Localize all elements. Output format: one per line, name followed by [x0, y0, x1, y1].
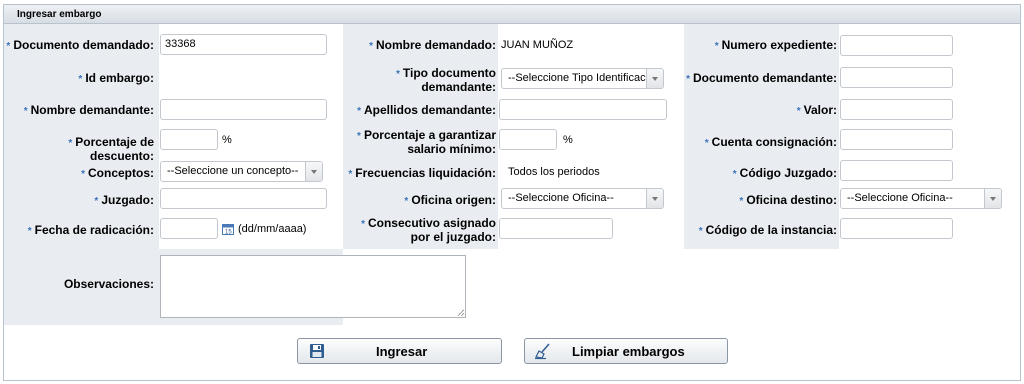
- chevron-down-icon: [646, 69, 663, 88]
- documento-demandado-label: * Documento demandado:: [6, 38, 154, 53]
- consecutivo-field[interactable]: [499, 218, 613, 239]
- codigo-instancia-label: * Código de la instancia:: [698, 223, 837, 238]
- numero-expediente-field[interactable]: [840, 35, 953, 56]
- floppy-disk-icon: [310, 344, 324, 358]
- panel-header: Ingresar embargo: [4, 5, 1020, 24]
- nombre-demandado-value: JUAN MUÑOZ: [501, 39, 574, 51]
- panel-title: Ingresar embargo: [17, 9, 102, 20]
- conceptos-label: * Conceptos:: [81, 166, 154, 181]
- chevron-down-icon: [984, 189, 1001, 208]
- documento-demandante-field[interactable]: [840, 67, 953, 88]
- chevron-down-icon: [305, 162, 322, 181]
- porcentaje-descuento-field[interactable]: [160, 129, 218, 150]
- calendar-icon[interactable]: 15: [222, 223, 234, 235]
- apellidos-demandante-label: * Apellidos demandante:: [357, 103, 496, 118]
- frecuencias-liquidacion-value: Todos los periodos: [508, 166, 600, 178]
- documento-demandado-field[interactable]: 33368: [160, 34, 327, 55]
- porcentaje-descuento-label: * Porcentaje de descuento:: [68, 135, 154, 163]
- observaciones-textarea[interactable]: [160, 255, 466, 318]
- observaciones-label: Observaciones:: [63, 277, 154, 291]
- fecha-format-hint: (dd/mm/aaaa): [238, 223, 307, 235]
- nombre-demandado-label: * Nombre demandado:: [369, 38, 496, 53]
- ingresar-button-label: Ingresar: [376, 344, 428, 359]
- svg-text:15: 15: [225, 230, 232, 236]
- cuenta-consignacion-label: * Cuenta consignación:: [704, 135, 837, 150]
- numero-expediente-label: * Numero expediente:: [714, 38, 837, 53]
- codigo-juzgado-label: * Código Juzgado:: [732, 166, 837, 181]
- juzgado-label: * Juzgado:: [94, 193, 154, 208]
- documento-demandante-label: * Documento demandante:: [686, 71, 837, 86]
- resize-grip-icon[interactable]: [457, 309, 464, 316]
- limpiar-embargos-button[interactable]: Limpiar embargos: [524, 338, 728, 364]
- codigo-instancia-field[interactable]: [840, 218, 953, 239]
- codigo-juzgado-field[interactable]: [840, 160, 953, 181]
- valor-label: * Valor:: [796, 103, 837, 118]
- juzgado-field[interactable]: [160, 188, 327, 209]
- porcentaje-garantizar-unit: %: [563, 134, 573, 146]
- porcentaje-garantizar-field[interactable]: [499, 129, 557, 150]
- fecha-radicacion-field[interactable]: [160, 218, 218, 239]
- consecutivo-label: * Consecutivo asignado por el juzgado:: [361, 216, 496, 244]
- id-embargo-label: * Id embargo:: [78, 71, 154, 86]
- oficina-origen-label: * Oficina origen:: [404, 193, 496, 208]
- porcentaje-descuento-unit: %: [222, 134, 232, 146]
- apellidos-demandante-field[interactable]: [499, 99, 667, 120]
- tipo-documento-label: * Tipo documento demandante:: [395, 66, 496, 94]
- ingresar-button[interactable]: Ingresar: [297, 338, 502, 364]
- chevron-down-icon: [646, 189, 663, 208]
- nombre-demandante-field[interactable]: [160, 99, 327, 120]
- frecuencias-liquidacion-label: * Frecuencias liquidación:: [348, 166, 496, 181]
- oficina-origen-select[interactable]: --Seleccione Oficina--: [501, 188, 664, 209]
- tipo-documento-select[interactable]: --Seleccione Tipo Identificacio: [501, 68, 664, 89]
- cuenta-consignacion-field[interactable]: [840, 129, 953, 150]
- nombre-demandante-label: * Nombre demandante:: [23, 103, 154, 118]
- limpiar-embargos-button-label: Limpiar embargos: [572, 344, 685, 359]
- valor-field[interactable]: [840, 99, 953, 120]
- oficina-destino-label: * Oficina destino:: [739, 193, 837, 208]
- ingresar-embargo-panel: Ingresar embargo * Documento demandado: 3…: [3, 4, 1021, 381]
- porcentaje-garantizar-label: * Porcentaje a garantizar salario mínimo:: [357, 128, 496, 156]
- conceptos-select[interactable]: --Seleccione un concepto--: [160, 161, 323, 182]
- fecha-radicacion-label: * Fecha de radicación:: [27, 223, 154, 238]
- oficina-destino-select[interactable]: --Seleccione Oficina--: [840, 188, 1002, 209]
- broom-icon: [535, 343, 550, 360]
